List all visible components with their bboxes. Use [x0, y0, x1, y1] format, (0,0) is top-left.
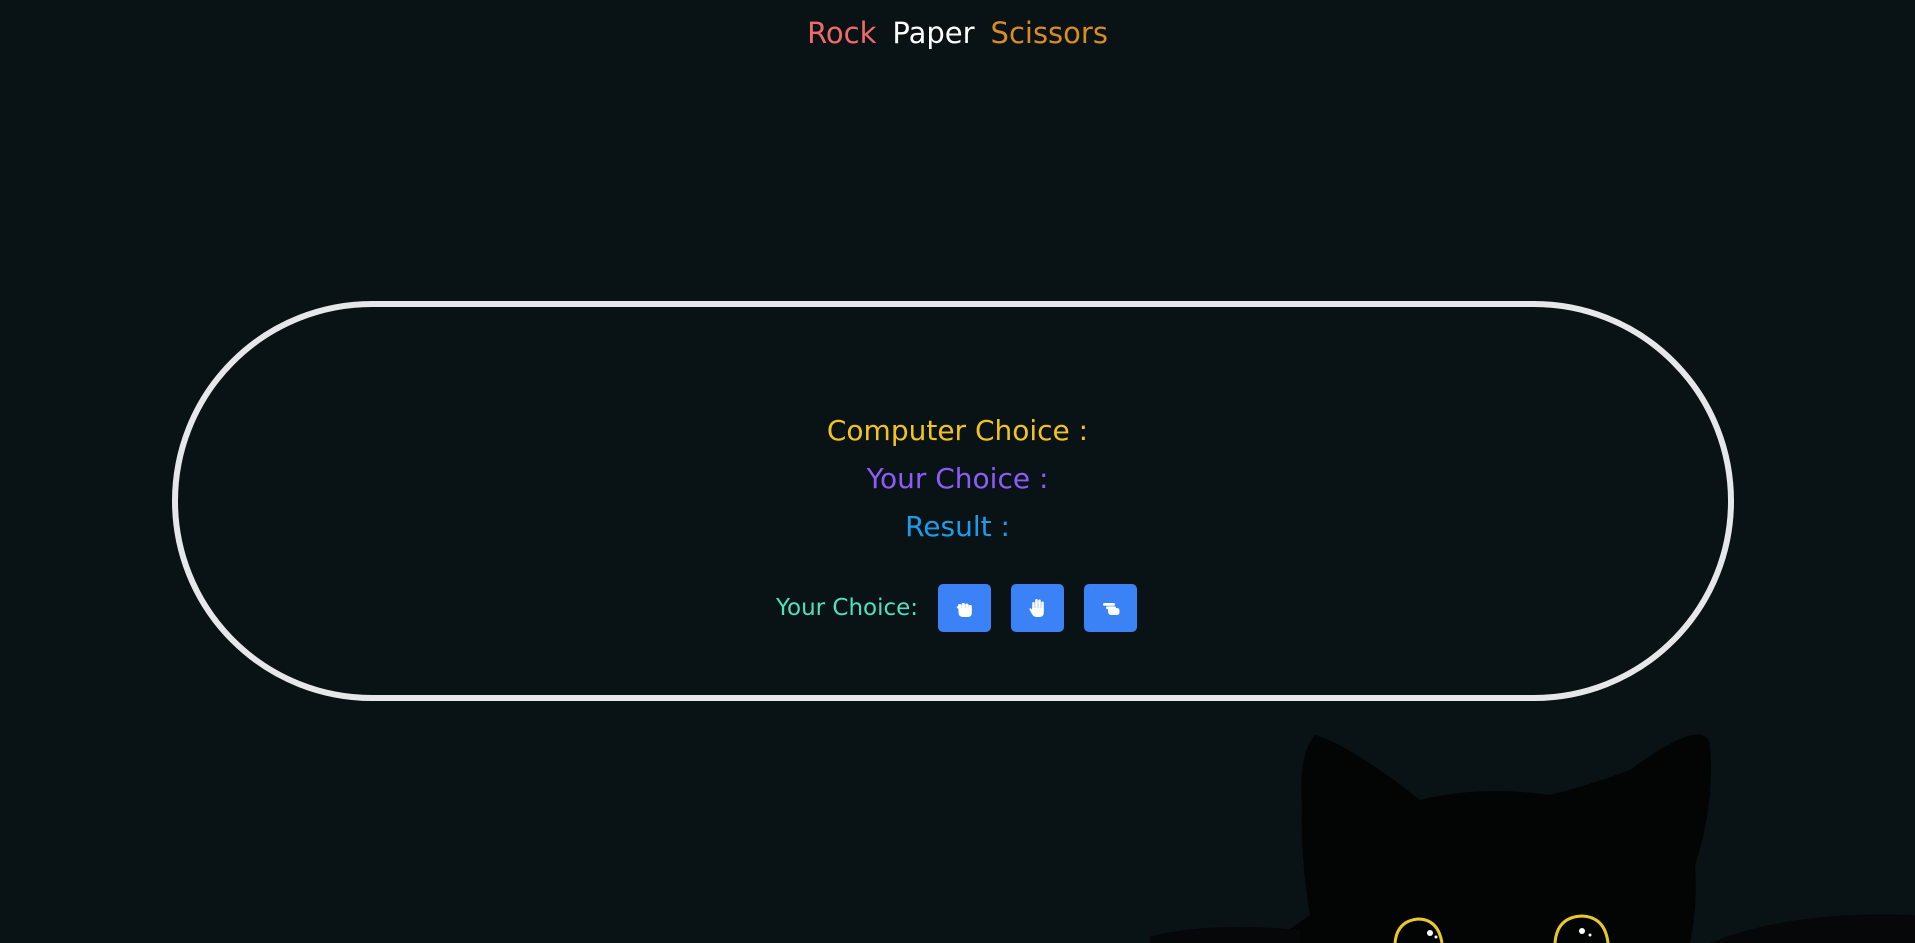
game-page: Rock Paper Scissors Computer Choice : Your…: [0, 0, 1915, 943]
game-title: Rock Paper Scissors: [0, 16, 1915, 50]
title-word-rock: Rock: [807, 16, 877, 50]
hand-scissors-icon: [1102, 603, 1120, 615]
hand-paper-icon: [1029, 599, 1044, 617]
scissors-button[interactable]: [1084, 584, 1138, 632]
result-text: Result :: [905, 510, 1010, 543]
choice-controls: Your Choice:: [776, 584, 1157, 632]
title-word-paper: Paper: [892, 16, 975, 50]
title-word-scissors: Scissors: [990, 16, 1108, 50]
hand-rock-icon: [956, 603, 972, 617]
paper-button[interactable]: [1011, 584, 1065, 632]
your-choice-text: Your Choice :: [866, 462, 1049, 495]
black-cat-illustration: [1150, 734, 1915, 943]
game-panel: [172, 301, 1734, 701]
choice-controls-label: Your Choice:: [776, 595, 919, 621]
rock-button[interactable]: [938, 584, 992, 632]
computer-choice-text: Computer Choice :: [826, 414, 1089, 447]
